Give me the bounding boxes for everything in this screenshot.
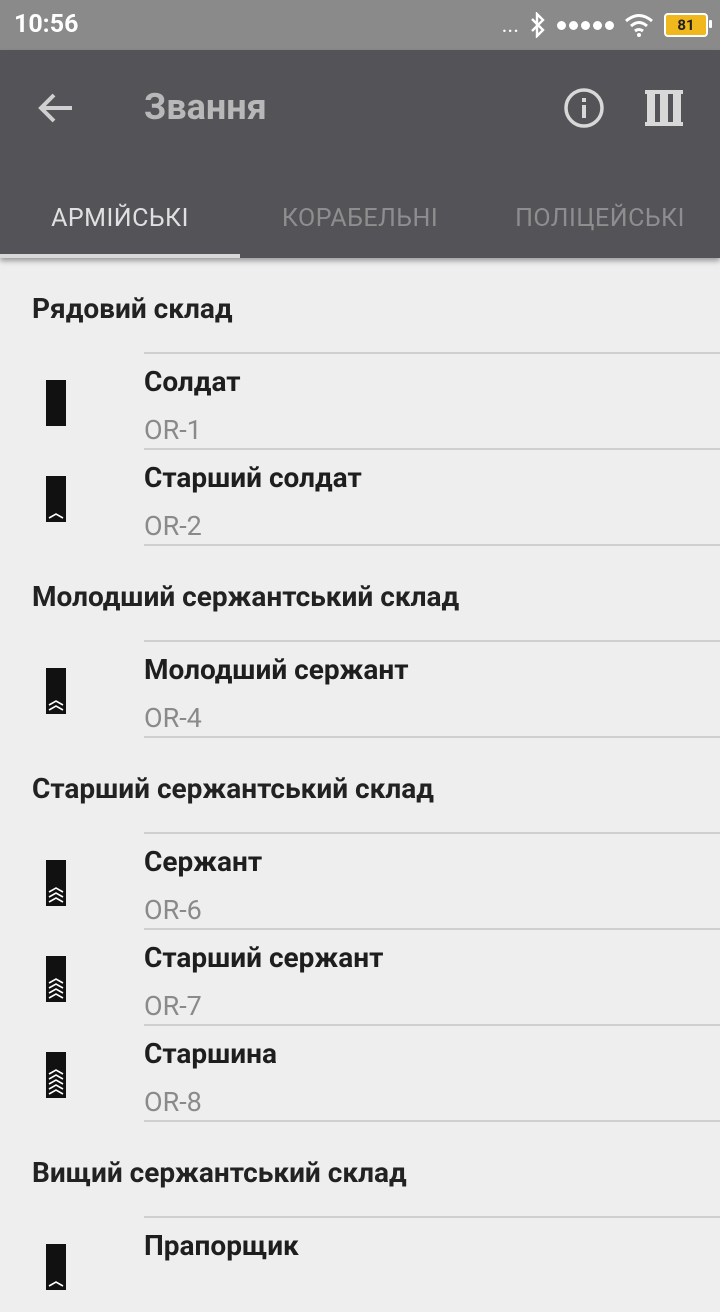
insignia-strap bbox=[46, 668, 66, 714]
insignia-strap bbox=[46, 476, 66, 522]
rank-name: Старшина bbox=[144, 1037, 277, 1070]
back-arrow-icon[interactable] bbox=[36, 88, 76, 128]
rank-code: OR-6 bbox=[144, 894, 202, 926]
rank-name: Прапорщик bbox=[144, 1229, 299, 1262]
divider bbox=[144, 928, 720, 930]
tab-police[interactable]: ПОЛІЦЕЙСЬКІ bbox=[480, 178, 720, 258]
rank-code: OR-1 bbox=[144, 414, 202, 446]
rank-code: OR-2 bbox=[144, 510, 202, 542]
tab-naval[interactable]: КОРАБЕЛЬНІ bbox=[240, 178, 480, 258]
insignia-strap bbox=[46, 860, 66, 906]
ranks-list: Рядовий склад Солдат OR-1 Старший солдат… bbox=[0, 258, 720, 1312]
rank-insignia-icon bbox=[46, 1052, 66, 1098]
list-item[interactable]: Прапорщик bbox=[0, 1216, 720, 1312]
signal-strength-icon bbox=[557, 20, 614, 30]
status-time: 10:56 bbox=[14, 10, 79, 39]
section-header: Рядовий склад bbox=[32, 291, 233, 325]
divider bbox=[144, 448, 720, 450]
rank-name: Старший солдат bbox=[144, 461, 362, 494]
rank-insignia-icon bbox=[46, 1244, 66, 1290]
section-header: Старший сержантський склад bbox=[32, 771, 434, 805]
section-header: Вищий сержантський склад bbox=[32, 1155, 407, 1189]
divider bbox=[144, 736, 720, 738]
view-columns-icon[interactable] bbox=[642, 86, 686, 130]
list-item[interactable]: Сержант OR-6 bbox=[0, 832, 720, 928]
divider bbox=[144, 640, 720, 642]
insignia-strap bbox=[46, 380, 66, 426]
rank-code: OR-4 bbox=[144, 702, 202, 734]
tab-bar: АРМІЙСЬКІ КОРАБЕЛЬНІ ПОЛІЦЕЙСЬКІ bbox=[0, 178, 720, 258]
app-bar: Звання АРМІЙСЬКІ КОРАБЕЛЬНІ ПОЛІЦЕЙСЬКІ bbox=[0, 50, 720, 258]
list-item[interactable]: Старший солдат OR-2 bbox=[0, 448, 720, 544]
rank-insignia-icon bbox=[46, 380, 66, 426]
rank-insignia-icon bbox=[46, 956, 66, 1002]
rank-name: Солдат bbox=[144, 365, 241, 398]
divider bbox=[144, 1120, 720, 1122]
rank-code: OR-7 bbox=[144, 990, 202, 1022]
rank-name: Сержант bbox=[144, 845, 263, 878]
wifi-icon bbox=[625, 14, 653, 37]
divider bbox=[144, 352, 720, 354]
divider bbox=[144, 544, 720, 546]
tab-army[interactable]: АРМІЙСЬКІ bbox=[0, 178, 240, 258]
divider bbox=[144, 1216, 720, 1218]
rank-insignia-icon bbox=[46, 668, 66, 714]
divider bbox=[144, 1024, 720, 1026]
insignia-strap bbox=[46, 1244, 66, 1290]
status-icons: ... 81 bbox=[501, 10, 712, 40]
divider bbox=[144, 832, 720, 834]
rank-name: Молодший сержант bbox=[144, 653, 409, 686]
more-notifications-icon: ... bbox=[501, 12, 519, 38]
section-header: Молодший сержантський склад bbox=[32, 579, 460, 613]
rank-name: Старший сержант bbox=[144, 941, 384, 974]
list-item[interactable]: Солдат OR-1 bbox=[0, 352, 720, 448]
list-item[interactable]: Старшина OR-8 bbox=[0, 1024, 720, 1120]
list-item[interactable]: Молодший сержант OR-4 bbox=[0, 640, 720, 736]
page-title: Звання bbox=[144, 86, 267, 128]
battery-icon: 81 bbox=[664, 13, 712, 37]
info-icon[interactable] bbox=[562, 86, 606, 130]
rank-insignia-icon bbox=[46, 476, 66, 522]
rank-insignia-icon bbox=[46, 860, 66, 906]
rank-code: OR-8 bbox=[144, 1086, 202, 1118]
status-bar: 10:56 ... 81 bbox=[0, 0, 720, 50]
list-item[interactable]: Старший сержант OR-7 bbox=[0, 928, 720, 1024]
bluetooth-icon bbox=[531, 12, 545, 38]
